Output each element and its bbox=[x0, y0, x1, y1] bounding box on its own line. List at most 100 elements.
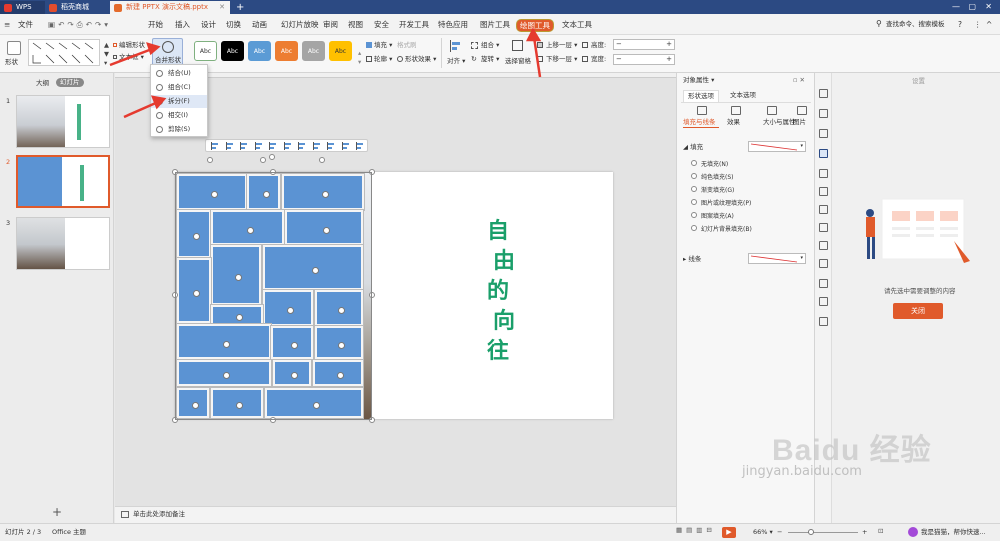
sidebar-tool-icon[interactable] bbox=[819, 241, 828, 250]
fill-radio[interactable] bbox=[691, 212, 697, 218]
align-option-icon[interactable] bbox=[283, 141, 293, 151]
slide-canvas[interactable]: 自由的向往 bbox=[175, 172, 613, 419]
fill-radio[interactable] bbox=[691, 199, 697, 205]
width-input[interactable]: − + bbox=[613, 54, 675, 65]
resize-handle[interactable] bbox=[270, 169, 276, 175]
zoom-in-button[interactable]: + bbox=[862, 528, 867, 537]
split-shape-block[interactable] bbox=[210, 387, 264, 419]
sidebar-tool-icon[interactable] bbox=[819, 169, 828, 178]
shape-button[interactable]: 形状 bbox=[5, 58, 18, 67]
fill-option-label[interactable]: 渐变填充(G) bbox=[701, 185, 734, 194]
sidebar-tool-icon[interactable] bbox=[819, 223, 828, 232]
resize-handle[interactable] bbox=[369, 169, 375, 175]
send-backward-button[interactable]: 下移一层 ▾ bbox=[537, 55, 577, 64]
rotation-handle-icon[interactable] bbox=[262, 191, 270, 198]
split-shape-block[interactable] bbox=[264, 387, 364, 419]
rotation-handle-icon[interactable] bbox=[338, 307, 345, 314]
fill-radio[interactable] bbox=[691, 225, 697, 231]
fill-dropdown[interactable]: ▾ bbox=[748, 141, 806, 152]
rotation-handle-icon[interactable] bbox=[193, 233, 200, 240]
menu-0[interactable]: 开始 bbox=[148, 19, 163, 30]
split-shape-block[interactable] bbox=[281, 173, 365, 211]
align-option-icon[interactable] bbox=[210, 141, 220, 151]
fill-radio[interactable] bbox=[691, 173, 697, 179]
rotate-handle-icon[interactable] bbox=[207, 157, 213, 163]
combine-option[interactable]: 组合(C) bbox=[151, 81, 207, 94]
split-shape-block[interactable] bbox=[176, 323, 272, 360]
sidebar-tool-icon[interactable] bbox=[819, 109, 828, 118]
shape-effect-button[interactable]: 形状效果 ▾ bbox=[397, 55, 436, 64]
rotate-handle-icon[interactable] bbox=[260, 157, 266, 163]
split-shape-block[interactable] bbox=[314, 325, 364, 360]
menu-1[interactable]: 插入 bbox=[175, 19, 190, 30]
panel-controls[interactable]: ▫ ✕ bbox=[793, 76, 805, 85]
rotation-handle-icon[interactable] bbox=[223, 372, 230, 379]
document-tab[interactable]: 新建 PPTX 演示文稿.pptx ✕ bbox=[110, 1, 230, 14]
split-shape-block[interactable] bbox=[262, 244, 364, 291]
fit-window-icon[interactable]: ⊡ bbox=[878, 527, 883, 536]
subtab-2[interactable]: 大小与属性 bbox=[763, 118, 796, 127]
group-button[interactable]: 组合 ▾ bbox=[471, 41, 499, 50]
textbox-button[interactable]: 文本框 ▾ bbox=[113, 53, 144, 62]
collapse-icon[interactable]: ^ bbox=[986, 19, 992, 30]
sidebar-tool-icon[interactable] bbox=[819, 129, 828, 138]
wps-tab[interactable]: WPS bbox=[0, 1, 45, 14]
fill-option-label[interactable]: 纯色填充(S) bbox=[701, 172, 734, 181]
menu-2[interactable]: 设计 bbox=[201, 19, 216, 30]
sidebar-tool-icon[interactable] bbox=[819, 259, 828, 268]
fill-radio[interactable] bbox=[691, 160, 697, 166]
sidebar-tool-icon[interactable] bbox=[819, 205, 828, 214]
sidebar-tool-icon[interactable] bbox=[819, 187, 828, 196]
rotation-handle-icon[interactable] bbox=[223, 340, 230, 348]
resize-handle[interactable] bbox=[172, 292, 178, 298]
menu-13[interactable]: 文本工具 bbox=[562, 19, 592, 30]
fill-button[interactable]: 填充 ▾ bbox=[366, 41, 392, 50]
format-brush-button[interactable]: 格式刷 bbox=[397, 41, 417, 50]
zoom-slider[interactable] bbox=[788, 532, 858, 533]
split-shape-block[interactable] bbox=[312, 359, 364, 387]
rotate-handle-icon[interactable] bbox=[319, 157, 325, 163]
line-dropdown[interactable]: ▾ bbox=[748, 253, 806, 264]
quick-access-icons[interactable]: ▣↶↷⎙↶↷▾ bbox=[48, 19, 111, 30]
rotation-handle-icon[interactable] bbox=[291, 341, 298, 349]
file-menu[interactable]: 文件 bbox=[18, 19, 33, 30]
align-option-icon[interactable] bbox=[254, 141, 264, 151]
rotation-handle-icon[interactable] bbox=[322, 191, 329, 198]
resize-handle[interactable] bbox=[270, 417, 276, 423]
zoom-thumb[interactable] bbox=[808, 529, 814, 535]
split-shape-block[interactable] bbox=[176, 257, 212, 324]
subtab-1[interactable]: 效果 bbox=[727, 118, 740, 127]
subtract-option[interactable]: 剪除(S) bbox=[151, 123, 207, 136]
merge-shapes-button[interactable]: 合并形状 bbox=[152, 38, 183, 67]
more-icon[interactable]: ⋮ bbox=[974, 19, 982, 30]
rotation-handle-icon[interactable] bbox=[192, 402, 199, 409]
split-shape-block[interactable] bbox=[246, 173, 281, 211]
rotation-handle-icon[interactable] bbox=[236, 314, 243, 321]
slide-thumbnail-3[interactable] bbox=[16, 217, 110, 270]
notes-placeholder[interactable]: 单击此处添加备注 bbox=[133, 510, 185, 519]
align-option-icon[interactable] bbox=[225, 141, 235, 151]
subtab-0[interactable]: 填充与线条 bbox=[683, 118, 716, 127]
align-option-icon[interactable] bbox=[297, 141, 307, 151]
close-icon[interactable]: ✕ bbox=[985, 2, 992, 11]
shape-icon[interactable] bbox=[7, 41, 21, 55]
rotation-handle-icon[interactable] bbox=[246, 226, 254, 234]
sidebar-tool-icon[interactable] bbox=[819, 317, 828, 326]
split-shape-block[interactable] bbox=[176, 359, 272, 387]
split-shape-block[interactable] bbox=[272, 359, 312, 387]
slide-thumbnail-1[interactable] bbox=[16, 95, 110, 148]
zoom-out-button[interactable]: − bbox=[777, 528, 782, 537]
rotation-handle-icon[interactable] bbox=[235, 274, 242, 281]
maximize-icon[interactable]: ▢ bbox=[968, 2, 976, 11]
menu-5[interactable]: 幻灯片放映 bbox=[281, 19, 319, 30]
resize-handle[interactable] bbox=[172, 417, 178, 423]
split-shape-block[interactable] bbox=[262, 289, 314, 327]
menu-12[interactable]: 绘图工具 bbox=[516, 19, 554, 32]
menu-3[interactable]: 切换 bbox=[226, 19, 241, 30]
union-option[interactable]: 结合(U) bbox=[151, 67, 207, 80]
align-option-icon[interactable] bbox=[341, 141, 351, 151]
rotate-handle-icon[interactable] bbox=[269, 154, 275, 160]
fill-option-label[interactable]: 幻灯片背景填充(B) bbox=[701, 224, 752, 233]
fill-radio[interactable] bbox=[691, 186, 697, 192]
notes-bar[interactable]: 单击此处添加备注 bbox=[115, 506, 676, 523]
